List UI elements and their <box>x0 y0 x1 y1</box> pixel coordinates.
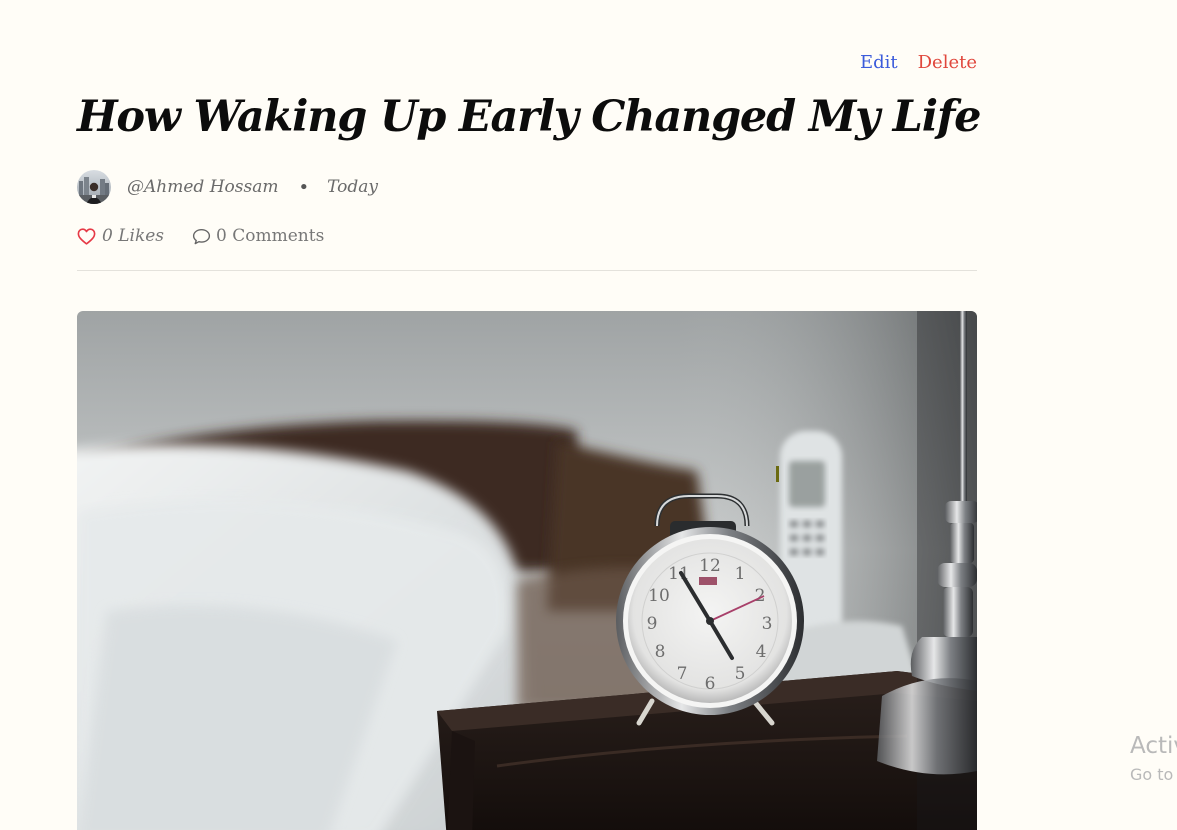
post-date: Today <box>327 177 378 197</box>
svg-text:6: 6 <box>705 674 716 694</box>
divider <box>77 270 977 271</box>
author-handle[interactable]: @Ahmed Hossam <box>127 177 278 197</box>
svg-text:12: 12 <box>699 556 721 576</box>
post-meta: @Ahmed Hossam • Today <box>77 170 378 204</box>
os-activation-watermark: Activ Go to <box>1130 733 1177 784</box>
likes-count: 0 Likes <box>102 226 165 246</box>
page: Edit Delete How Waking Up Early Changed … <box>0 0 1177 830</box>
svg-text:8: 8 <box>655 642 666 662</box>
svg-text:10: 10 <box>648 586 670 606</box>
svg-text:9: 9 <box>647 614 658 634</box>
svg-text:3: 3 <box>762 614 773 634</box>
meta-separator: • <box>298 176 310 198</box>
comments-button[interactable]: 0 Comments <box>192 226 324 246</box>
post-title: How Waking Up Early Changed My Life <box>77 92 982 142</box>
author-avatar[interactable] <box>77 170 111 204</box>
edit-link[interactable]: Edit <box>860 52 898 73</box>
post-actions: Edit Delete <box>860 52 977 73</box>
like-button[interactable]: 0 Likes <box>77 226 164 246</box>
svg-text:1: 1 <box>735 564 746 584</box>
comments-count: 0 Comments <box>216 226 325 246</box>
heart-icon <box>77 227 96 245</box>
post-hero-image: 12 1 2 3 4 5 6 7 8 9 10 11 <box>77 311 977 830</box>
watermark-line-2: Go to <box>1130 765 1174 784</box>
svg-text:4: 4 <box>756 642 767 662</box>
post-stats: 0 Likes 0 Comments <box>77 226 324 246</box>
delete-link[interactable]: Delete <box>918 52 977 73</box>
svg-text:5: 5 <box>735 664 746 684</box>
watermark-line-1: Activ <box>1130 733 1177 759</box>
comment-icon <box>192 228 211 244</box>
svg-text:7: 7 <box>677 664 688 684</box>
